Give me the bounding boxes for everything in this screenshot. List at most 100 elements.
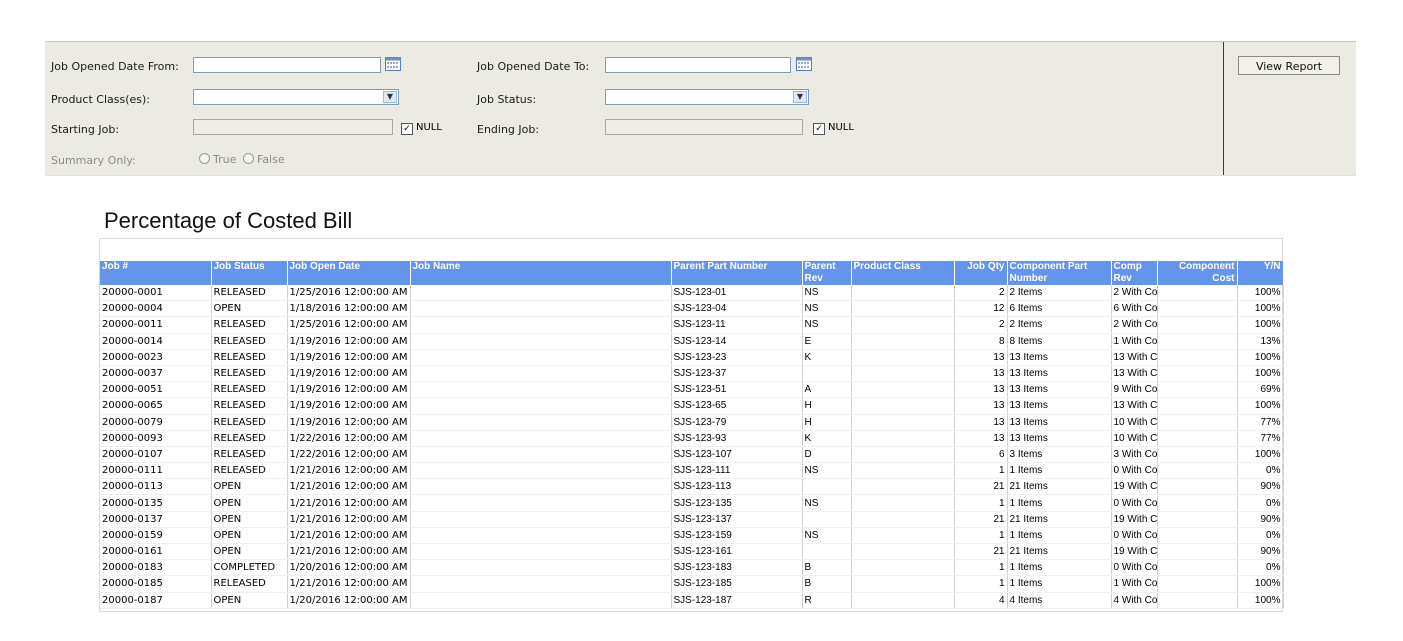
table-cell: OPEN <box>211 494 288 512</box>
table-cell <box>802 511 852 528</box>
table-cell <box>410 575 672 593</box>
table-cell: 100% <box>1237 575 1284 593</box>
false-label: False <box>257 153 285 166</box>
table-cell: 1/22/2016 12:00:00 AM <box>287 446 411 464</box>
table-cell: 90% <box>1237 478 1284 496</box>
table-cell: E <box>802 333 852 350</box>
table-cell <box>802 365 852 383</box>
starting-job-null-checkbox[interactable]: ✓ NULL <box>401 122 442 135</box>
product-class-select[interactable]: ▼ <box>193 89 399 105</box>
table-cell <box>851 543 955 561</box>
calendar-icon[interactable] <box>385 57 401 71</box>
table-cell: 12 <box>954 300 1008 318</box>
check-icon[interactable]: ✓ <box>813 123 825 135</box>
table-cell: 1 Items <box>1007 527 1112 545</box>
table-cell: RELEASED <box>211 381 288 399</box>
summary-true-radio[interactable]: True <box>199 153 236 166</box>
column-header[interactable]: Comp Rev <box>1111 261 1158 285</box>
table-cell: 2 With Cost <box>1111 285 1158 302</box>
null-label: NULL <box>828 122 854 133</box>
chevron-down-icon[interactable]: ▼ <box>793 91 807 103</box>
table-cell: 1 Items <box>1007 462 1112 480</box>
table-cell: 13% <box>1237 333 1284 350</box>
table-cell <box>851 462 955 480</box>
table-cell: 0% <box>1237 559 1284 577</box>
table-row: 20000-0037 RELEASED 1/19/2016 12:00:00 AM S… <box>100 365 1284 383</box>
ending-job-null-checkbox[interactable]: ✓ NULL <box>813 122 854 135</box>
table-cell <box>410 478 672 496</box>
column-header[interactable]: Job Name <box>410 261 672 285</box>
table-cell: 1/21/2016 12:00:00 AM <box>287 511 411 528</box>
chevron-down-icon[interactable]: ▼ <box>383 91 397 103</box>
table-cell: 20000-0113 <box>100 478 212 496</box>
view-report-button[interactable]: View Report <box>1238 56 1340 75</box>
column-header[interactable]: Parent Rev <box>802 261 852 285</box>
job-status-select[interactable]: ▼ <box>605 89 809 105</box>
column-header[interactable]: Y/N <box>1237 261 1284 285</box>
job-opened-to-input[interactable] <box>605 57 791 73</box>
table-cell <box>410 543 672 561</box>
summary-false-radio[interactable]: False <box>243 153 285 166</box>
table-cell <box>1157 414 1238 431</box>
table-cell: 2 With Cost <box>1111 316 1158 334</box>
table-cell <box>851 349 955 366</box>
table-cell <box>851 430 955 447</box>
column-header[interactable]: Job Open Date <box>287 261 411 285</box>
table-cell: SJS-123-137 <box>671 511 803 528</box>
calendar-icon[interactable] <box>796 57 812 71</box>
table-cell <box>410 446 672 464</box>
table-cell: 1/19/2016 12:00:00 AM <box>287 381 411 399</box>
table-cell: SJS-123-79 <box>671 414 803 431</box>
summary-only-label: Summary Only: <box>51 154 136 167</box>
table-cell: 100% <box>1237 365 1284 383</box>
table-cell: 1/19/2016 12:00:00 AM <box>287 349 411 366</box>
table-cell: RELEASED <box>211 414 288 431</box>
table-row: 20000-0107 RELEASED 1/22/2016 12:00:00 AM S… <box>100 446 1284 464</box>
column-header[interactable]: Job # <box>100 261 212 285</box>
table-cell: 0 With Cost <box>1111 494 1158 512</box>
null-label: NULL <box>416 122 442 133</box>
table-body: 20000-0001 RELEASED 1/25/2016 12:00:00 AM S… <box>100 285 1284 609</box>
table-cell: RELEASED <box>211 333 288 350</box>
table-cell: 19 With Cost <box>1111 543 1158 561</box>
job-opened-from-input[interactable] <box>193 57 381 73</box>
column-header[interactable]: Product Class <box>851 261 955 285</box>
table-cell: 8 Items <box>1007 333 1112 350</box>
table-cell <box>410 285 672 302</box>
panel-divider <box>1223 42 1224 175</box>
radio-icon[interactable] <box>243 153 254 164</box>
table-cell <box>802 543 852 561</box>
table-cell <box>851 365 955 383</box>
table-cell: SJS-123-185 <box>671 575 803 593</box>
table-row: 20000-0111 RELEASED 1/21/2016 12:00:00 AM S… <box>100 462 1284 480</box>
table-cell: SJS-123-04 <box>671 300 803 318</box>
table-cell: 20000-0137 <box>100 511 212 528</box>
table-cell: 21 <box>954 543 1008 561</box>
table-cell: 20000-0011 <box>100 316 212 334</box>
table-cell: SJS-123-37 <box>671 365 803 383</box>
column-header[interactable]: Parent Part Number <box>671 261 803 285</box>
table-cell <box>851 381 955 399</box>
table-cell: B <box>802 575 852 593</box>
table-cell: SJS-123-93 <box>671 430 803 447</box>
table-cell: 2 <box>954 285 1008 302</box>
table-cell: 13 Items <box>1007 430 1112 447</box>
table-cell: 21 <box>954 478 1008 496</box>
column-header[interactable]: Job Qty <box>954 261 1008 285</box>
table-cell: SJS-123-51 <box>671 381 803 399</box>
table-cell <box>851 592 955 609</box>
radio-icon[interactable] <box>199 153 210 164</box>
column-header[interactable]: Component Part Number <box>1007 261 1112 285</box>
column-header[interactable]: Job Status <box>211 261 288 285</box>
check-icon[interactable]: ✓ <box>401 123 413 135</box>
table-cell: 100% <box>1237 349 1284 366</box>
table-cell: SJS-123-113 <box>671 478 803 496</box>
table-cell: 1/21/2016 12:00:00 AM <box>287 478 411 496</box>
table-cell: 13 With Cost <box>1111 349 1158 366</box>
column-header[interactable]: Component Cost <box>1157 261 1238 285</box>
table-cell: 1/22/2016 12:00:00 AM <box>287 430 411 447</box>
starting-job-input[interactable] <box>193 119 393 135</box>
table-cell: 13 Items <box>1007 365 1112 383</box>
table-cell: 13 <box>954 414 1008 431</box>
ending-job-input[interactable] <box>605 119 803 135</box>
